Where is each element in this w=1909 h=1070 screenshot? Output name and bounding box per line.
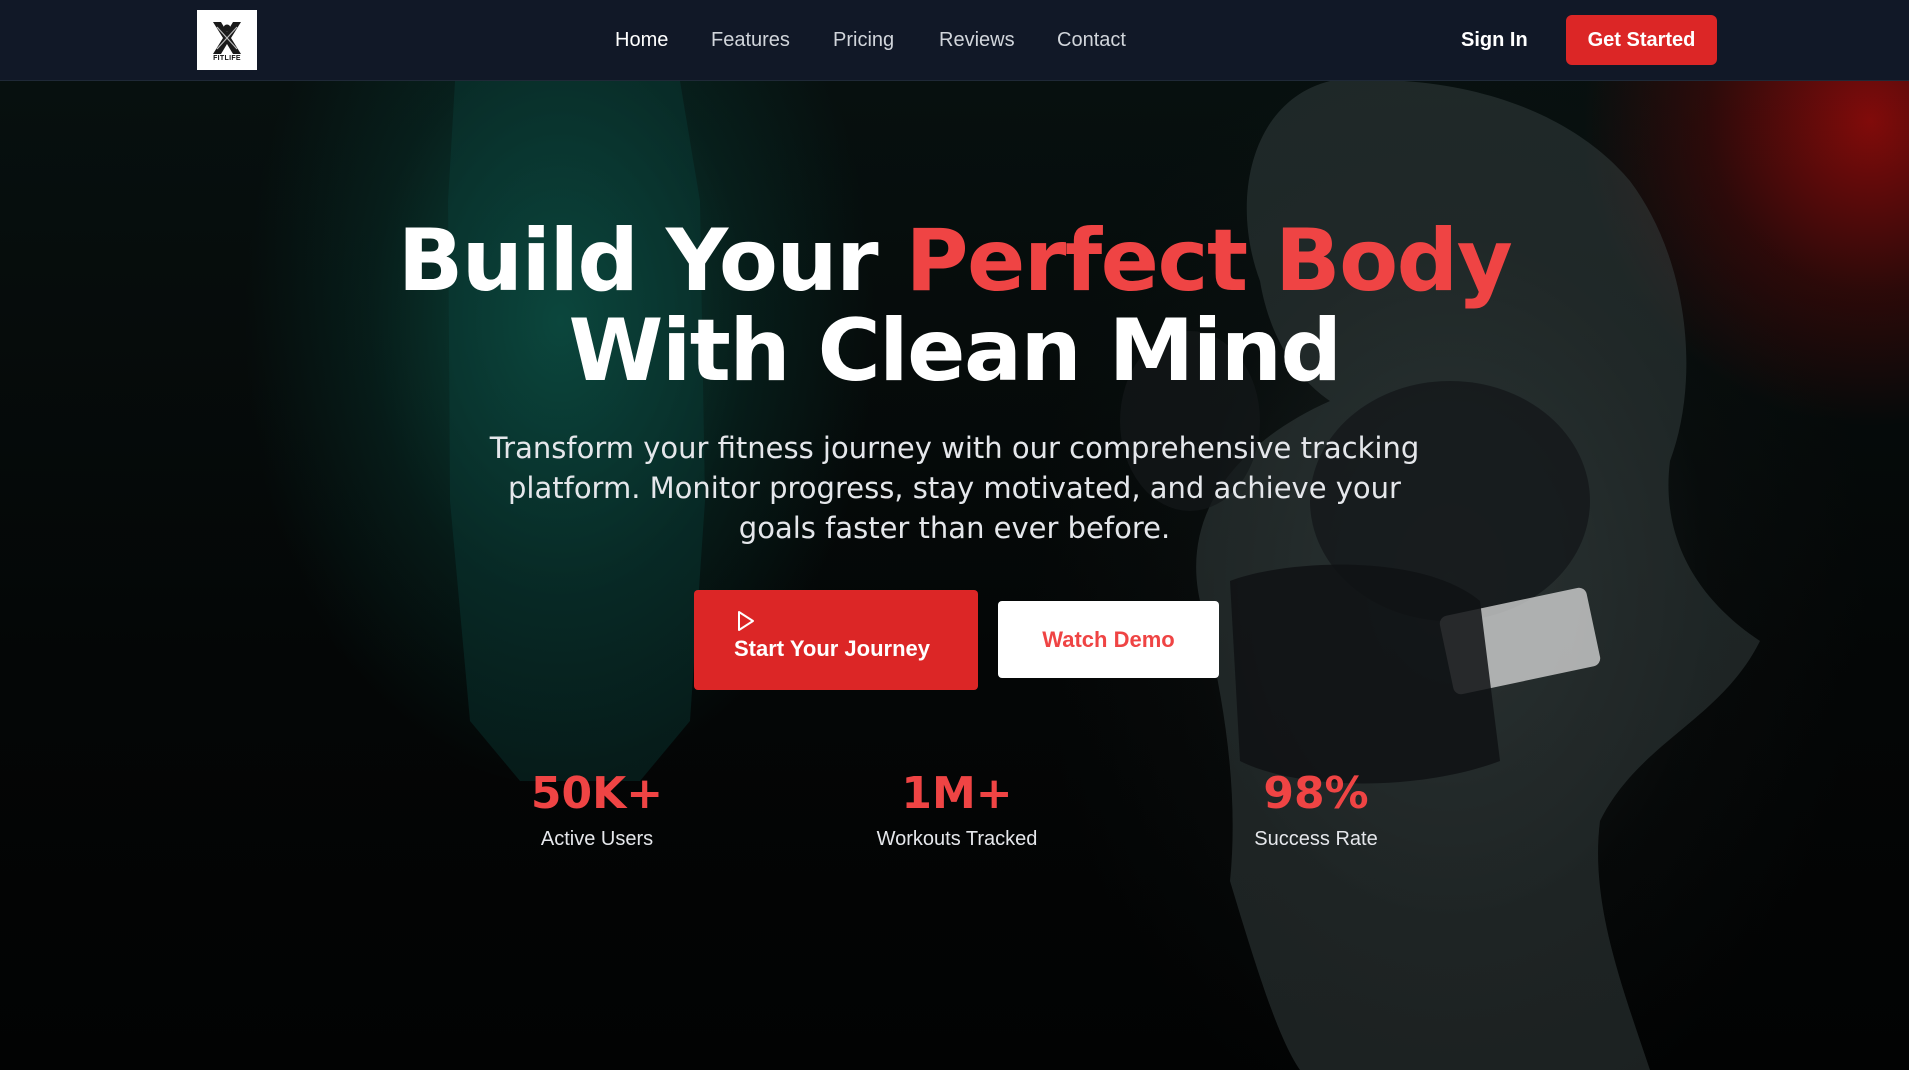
nav-pricing[interactable]: Pricing [833, 27, 894, 53]
get-started-button[interactable]: Get Started [1566, 15, 1717, 65]
nav-features[interactable]: Features [711, 27, 790, 53]
play-icon [738, 611, 754, 631]
headline-accent: Perfect Body [905, 211, 1512, 311]
stat-label: Workouts Tracked [876, 828, 1038, 850]
stat-label: Success Rate [1254, 828, 1378, 850]
stat-success-rate: 98% Success Rate [1196, 768, 1436, 852]
nav-reviews[interactable]: Reviews [939, 27, 1015, 53]
nav-contact[interactable]: Contact [1057, 27, 1126, 53]
hero-headline: Build Your Perfect Body With Clean Mind [0, 216, 1909, 396]
stat-label: Active Users [540, 828, 654, 850]
headline-part1: Build Your [397, 211, 906, 311]
stat-active-users: 50K+ Active Users [477, 768, 717, 852]
hero-subtitle: Transform your fitness journey with our … [489, 431, 1420, 545]
watch-demo-button[interactable]: Watch Demo [998, 601, 1219, 678]
top-navbar: FITLIFE Home Features Pricing Reviews Co… [0, 0, 1909, 81]
headline-line2: With Clean Mind [568, 301, 1342, 401]
sign-in-link[interactable]: Sign In [1461, 27, 1528, 53]
stat-value: 1M+ [901, 768, 1013, 819]
stat-value: 50K+ [530, 768, 664, 819]
start-journey-label: Start Your Journey [734, 636, 931, 661]
stat-value: 98% [1263, 768, 1369, 819]
landing-page: FITLIFE Home Features Pricing Reviews Co… [0, 0, 1909, 1070]
start-journey-button[interactable]: Start Your Journey [694, 590, 978, 690]
nav-home[interactable]: Home [615, 27, 668, 53]
stat-workouts-tracked: 1M+ Workouts Tracked [837, 768, 1077, 852]
